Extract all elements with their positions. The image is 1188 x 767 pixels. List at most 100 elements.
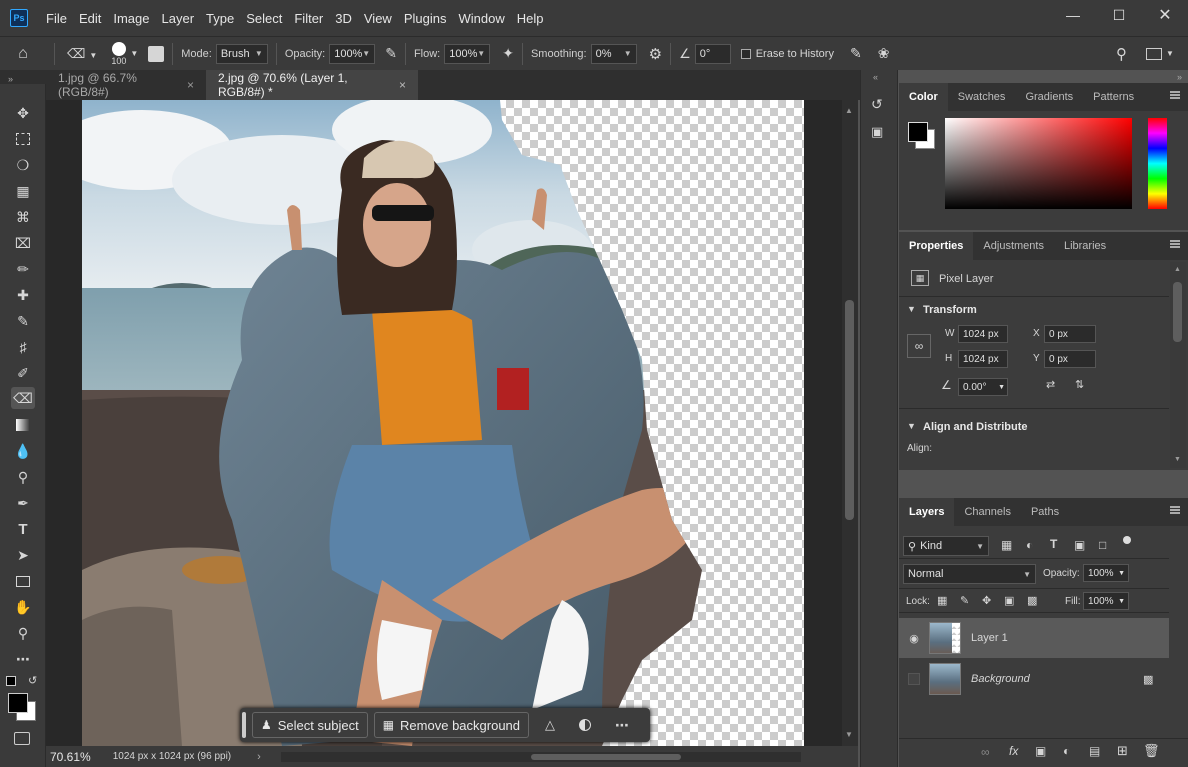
menu-image[interactable]: Image [107, 11, 155, 26]
menu-type[interactable]: Type [200, 11, 240, 26]
flip-horizontal-icon[interactable]: ⇄ [1046, 378, 1055, 391]
brush-settings-icon[interactable] [148, 45, 165, 62]
home-icon[interactable]: ⌂ [0, 45, 46, 63]
select-subject-button[interactable]: ♟ Select subject [252, 712, 368, 738]
lasso-tool-icon[interactable]: ❍ [11, 154, 35, 176]
filter-type-icon[interactable]: T [1050, 537, 1057, 551]
tab-channels[interactable]: Channels [954, 498, 1020, 526]
eraser-preset-icon[interactable]: ⌫ ▼ [67, 46, 97, 62]
document-canvas[interactable] [82, 100, 804, 746]
chevron-down-icon[interactable]: ▼ [130, 49, 138, 58]
scroll-thumb[interactable] [1173, 282, 1182, 342]
lock-position-icon[interactable]: ✥ [982, 594, 991, 607]
layer-row-background[interactable]: Background ▩ [899, 659, 1169, 699]
menu-plugins[interactable]: Plugins [398, 11, 453, 26]
foreground-color-swatch[interactable] [8, 693, 28, 713]
chevron-down-icon[interactable]: ▼ [907, 304, 916, 314]
menu-select[interactable]: Select [240, 11, 288, 26]
layer-filter-dropdown[interactable]: ⚲ Kind ▼ [903, 536, 989, 556]
chevron-right-icon[interactable]: › [257, 751, 261, 763]
menu-3d[interactable]: 3D [329, 11, 358, 26]
tab-1jpg[interactable]: 1.jpg @ 66.7% (RGB/8#) × [46, 70, 206, 100]
tab-gradients[interactable]: Gradients [1015, 83, 1083, 111]
brush-tool-icon[interactable]: ✎ [11, 310, 35, 332]
blend-mode-dropdown[interactable]: Normal ▼ [903, 564, 1036, 584]
drag-handle[interactable] [242, 712, 246, 738]
flip-vertical-icon[interactable]: ⇅ [1075, 378, 1084, 391]
brush-size-picker[interactable]: 100 [111, 41, 126, 66]
comments-panel-icon[interactable]: ▣ [871, 124, 883, 140]
layer-name[interactable]: Background [971, 673, 1030, 685]
eyedropper-tool-icon[interactable]: ✏ [11, 258, 35, 280]
transform-icon[interactable]: △ [545, 717, 555, 733]
panel-menu-icon[interactable] [1170, 506, 1180, 514]
workspace-icon[interactable] [1146, 47, 1162, 60]
scroll-thumb[interactable] [845, 300, 854, 520]
object-selection-tool-icon[interactable]: ▦ [11, 180, 35, 202]
remove-background-button[interactable]: ▦ Remove background [373, 712, 530, 738]
scroll-up-icon[interactable]: ▲ [845, 106, 853, 115]
frame-tool-icon[interactable]: ⌧ [11, 232, 35, 254]
move-tool-icon[interactable]: ✥ [11, 102, 35, 124]
menu-edit[interactable]: Edit [73, 11, 107, 26]
filter-adjustment-icon[interactable]: ◐ [1026, 538, 1033, 552]
zoom-level[interactable]: 70.61% [50, 750, 91, 764]
healing-brush-tool-icon[interactable]: ✚ [11, 284, 35, 306]
mode-dropdown[interactable]: Brush ▼ [215, 43, 268, 64]
blur-tool-icon[interactable]: 💧 [11, 440, 35, 462]
chevron-down-icon[interactable]: ▼ [1166, 49, 1174, 58]
eraser-tool-icon[interactable]: ⌫ [11, 387, 35, 409]
panel-menu-icon[interactable] [1170, 240, 1180, 248]
close-icon[interactable]: × [187, 78, 194, 92]
airbrush-icon[interactable]: ✦ [502, 45, 514, 62]
maximize-icon[interactable]: ☐ [1096, 0, 1142, 30]
x-input[interactable]: 0 px [1044, 325, 1096, 343]
hue-slider[interactable] [1148, 118, 1167, 209]
lock-pixels-icon[interactable]: ✎ [960, 594, 969, 607]
height-input[interactable]: 1024 px [958, 350, 1008, 368]
minimize-icon[interactable]: — [1050, 0, 1096, 30]
tab-libraries[interactable]: Libraries [1054, 232, 1116, 260]
close-icon[interactable]: × [399, 78, 406, 92]
y-input[interactable]: 0 px [1044, 350, 1096, 368]
chevron-down-icon[interactable]: ▼ [907, 421, 916, 431]
quick-mask-icon[interactable] [14, 732, 30, 745]
panel-menu-icon[interactable] [1170, 91, 1180, 99]
adjustment-icon[interactable] [579, 719, 592, 731]
tab-properties[interactable]: Properties [899, 232, 974, 260]
scroll-down-icon[interactable]: ▼ [845, 730, 853, 739]
layer-opacity-input[interactable]: 100% ▼ [1083, 564, 1129, 582]
angle-input[interactable]: 0.00° ▼ [958, 378, 1008, 396]
marquee-tool-icon[interactable] [11, 128, 35, 150]
fill-input[interactable]: 100% ▼ [1083, 592, 1129, 610]
tab-paths[interactable]: Paths [1021, 498, 1069, 526]
vertical-scrollbar[interactable]: ▲ ▼ [842, 100, 858, 746]
properties-scrollbar[interactable]: ▲ ▼ [1170, 262, 1186, 468]
lock-artboard-icon[interactable]: ▣ [1004, 594, 1014, 607]
history-brush-tool-icon[interactable]: ✐ [11, 362, 35, 384]
zoom-tool-icon[interactable]: ⚲ [11, 622, 35, 644]
tab-color[interactable]: Color [899, 83, 948, 111]
canvas-area[interactable] [46, 100, 842, 746]
menu-window[interactable]: Window [452, 11, 510, 26]
close-window-icon[interactable]: ✕ [1142, 0, 1188, 30]
symmetry-icon[interactable]: ❀ [878, 45, 890, 62]
gradient-tool-icon[interactable] [11, 414, 35, 436]
visibility-toggle[interactable] [908, 673, 920, 685]
flow-input[interactable]: 100% ▼ [444, 43, 491, 64]
path-selection-tool-icon[interactable]: ➤ [11, 544, 35, 566]
collapse-icon[interactable]: « [873, 72, 878, 82]
erase-history-checkbox[interactable] [740, 48, 751, 59]
foreground-color-swatch[interactable] [908, 122, 928, 142]
collapse-toolbar-icon[interactable]: » [8, 74, 13, 84]
eye-icon[interactable]: ◉ [899, 632, 929, 645]
history-panel-icon[interactable]: ↺ [871, 96, 883, 113]
menu-help[interactable]: Help [511, 11, 550, 26]
tab-patterns[interactable]: Patterns [1083, 83, 1144, 111]
pen-tool-icon[interactable]: ✒ [11, 492, 35, 514]
filter-pixel-icon[interactable]: ▦ [1001, 538, 1012, 552]
layer-name[interactable]: Layer 1 [971, 632, 1008, 644]
menu-view[interactable]: View [358, 11, 398, 26]
filter-toggle-icon[interactable] [1123, 536, 1131, 544]
width-input[interactable]: 1024 px [958, 325, 1008, 343]
